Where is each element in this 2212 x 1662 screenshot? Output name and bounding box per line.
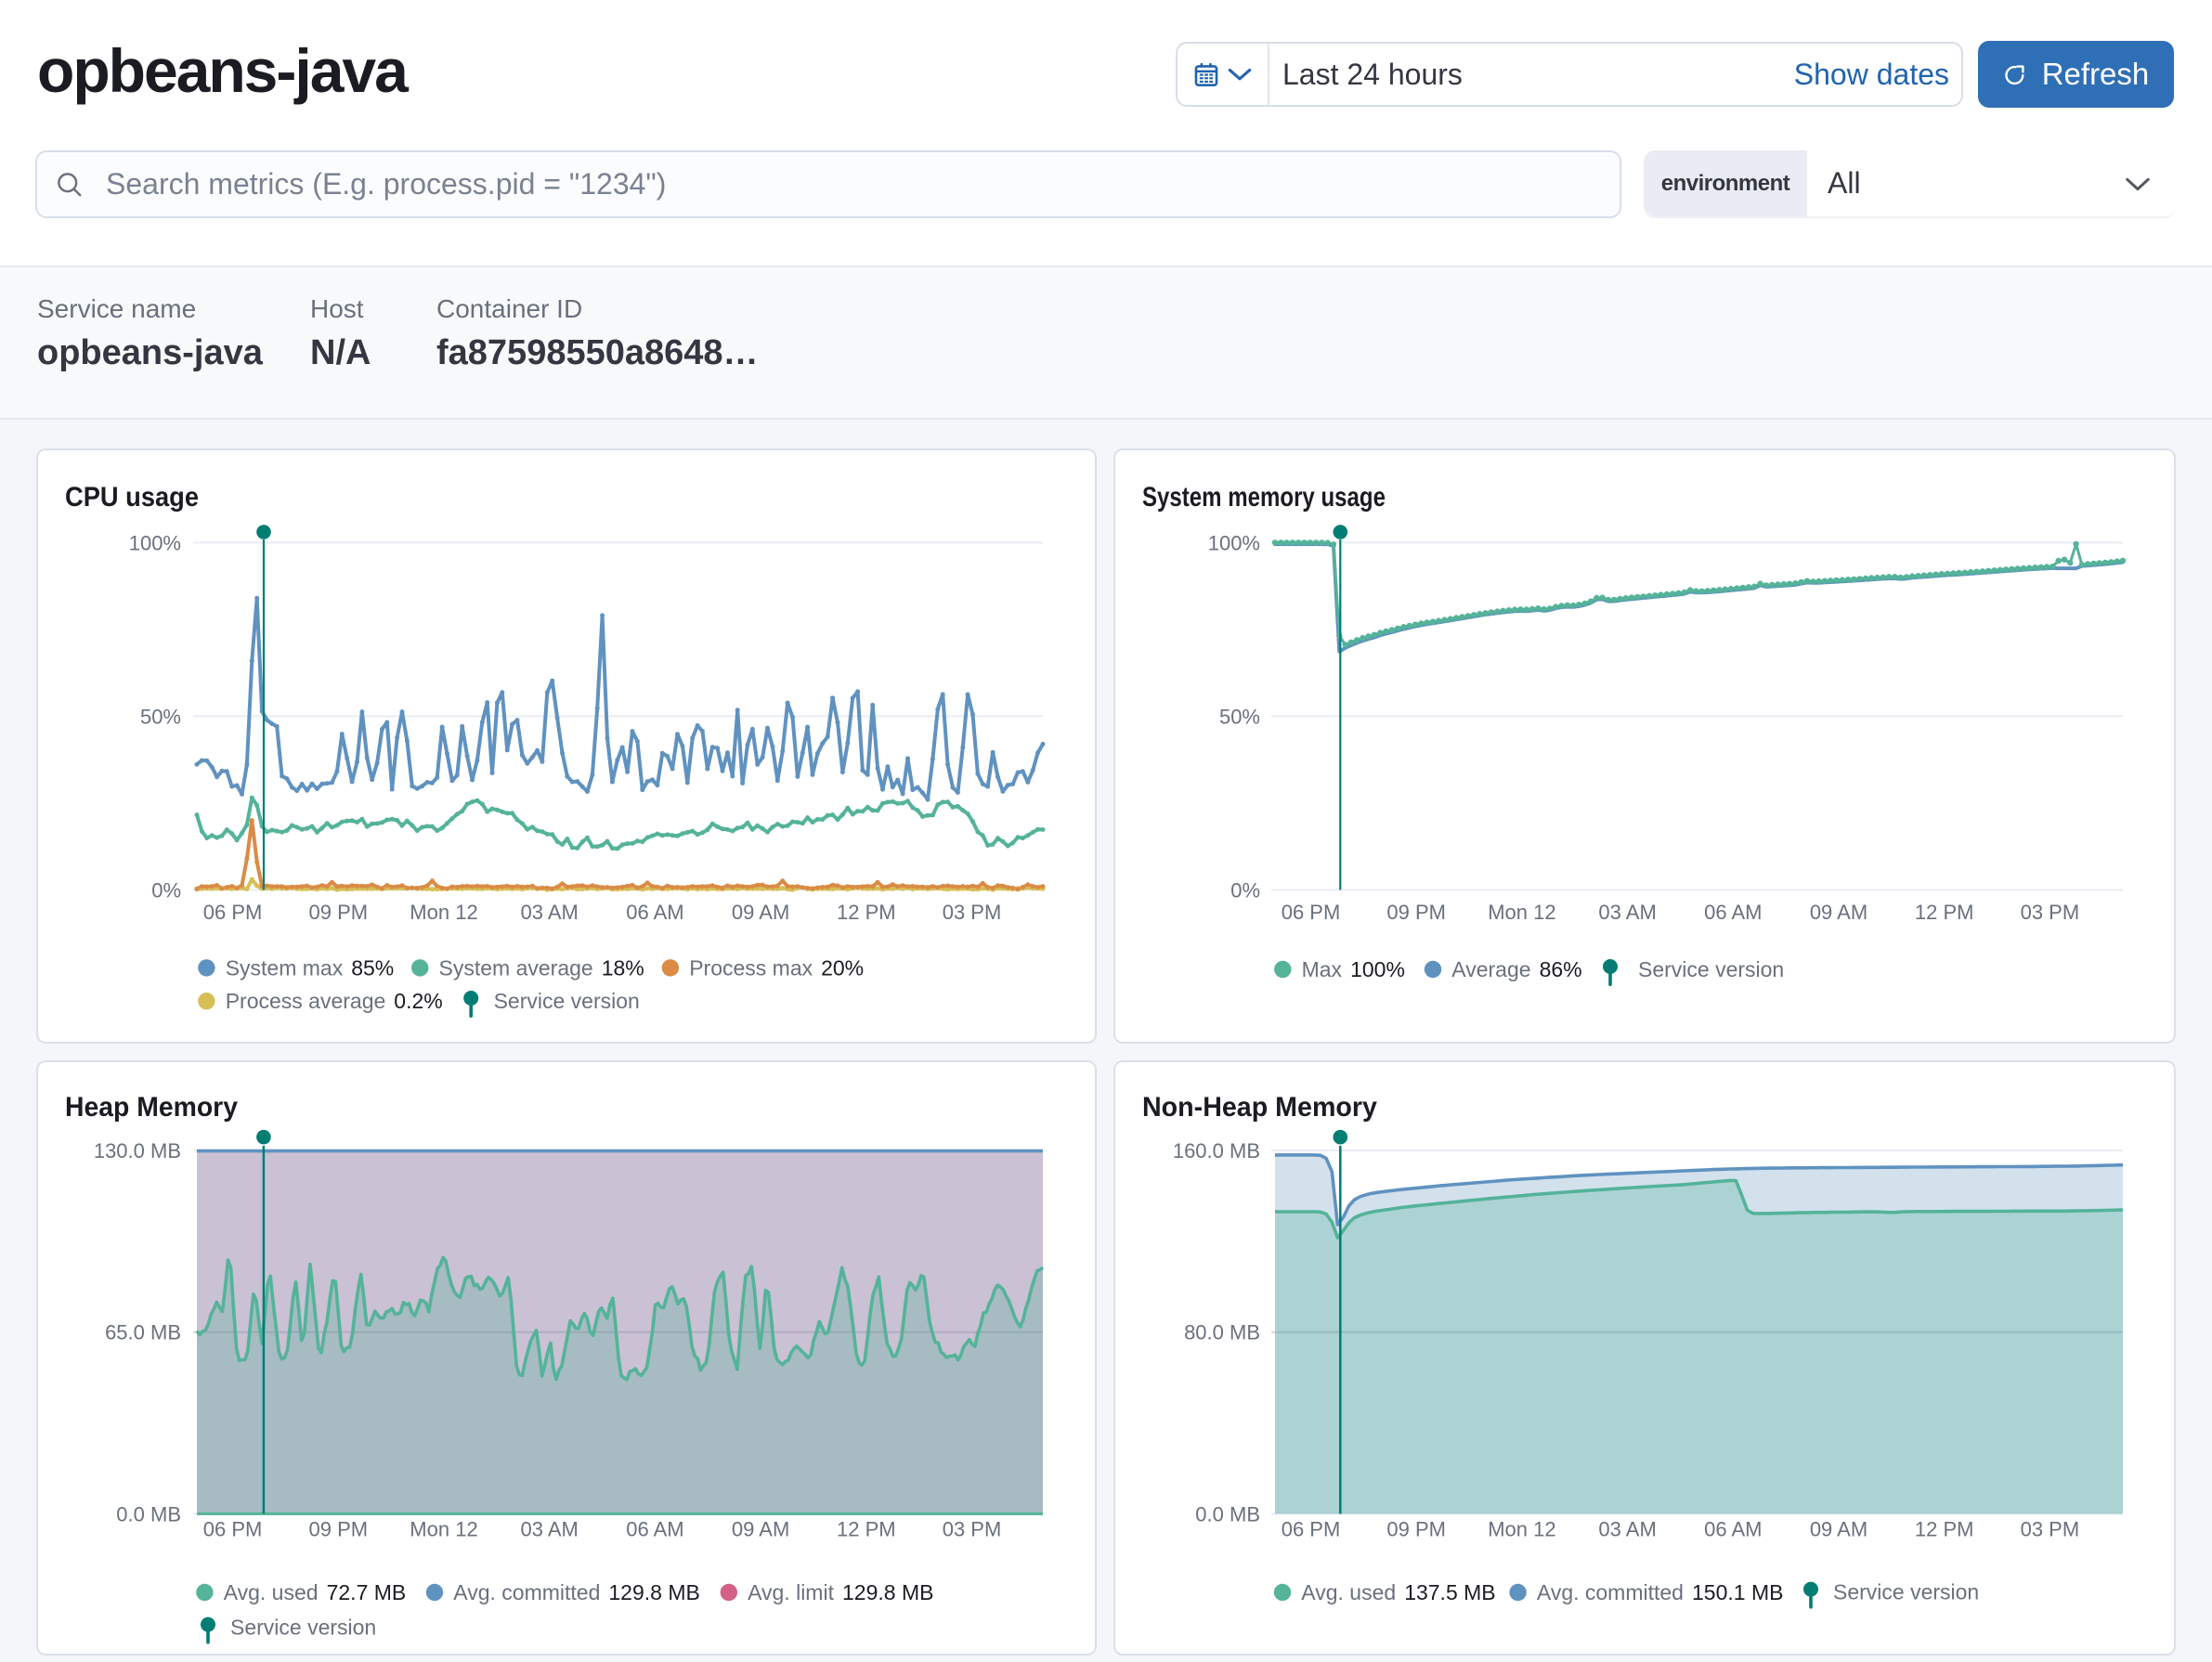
svg-text:12 PM: 12 PM [837, 901, 896, 924]
svg-text:18%: 18% [602, 955, 644, 980]
svg-text:65.0 MB: 65.0 MB [105, 1321, 181, 1344]
svg-text:50%: 50% [1219, 705, 1260, 728]
svg-text:09 PM: 09 PM [1386, 1518, 1446, 1541]
svg-text:03 AM: 03 AM [521, 901, 579, 924]
svg-text:130.0 MB: 130.0 MB [94, 1139, 181, 1162]
svg-text:06 PM: 06 PM [203, 1518, 263, 1541]
svg-text:80.0 MB: 80.0 MB [1184, 1321, 1260, 1344]
svg-text:System average: System average [439, 955, 593, 980]
svg-text:03 AM: 03 AM [1598, 1518, 1656, 1541]
svg-text:06 AM: 06 AM [626, 1518, 683, 1541]
svg-text:Non-Heap Memory: Non-Heap Memory [1142, 1092, 1377, 1123]
svg-text:137.5 MB: 137.5 MB [1404, 1580, 1495, 1604]
svg-text:Mon 12: Mon 12 [410, 901, 477, 924]
svg-text:0%: 0% [1230, 878, 1260, 902]
svg-text:Avg. used: Avg. used [224, 1580, 319, 1604]
svg-text:09 AM: 09 AM [732, 1518, 789, 1541]
svg-text:03 PM: 03 PM [2021, 1518, 2080, 1541]
svg-text:Process average: Process average [226, 989, 386, 1013]
svg-text:Mon 12: Mon 12 [410, 1518, 477, 1541]
svg-text:03 AM: 03 AM [521, 1518, 579, 1541]
svg-text:03 PM: 03 PM [2021, 901, 2080, 924]
svg-text:Avg. committed: Avg. committed [453, 1580, 600, 1604]
svg-text:System memory usage: System memory usage [1142, 482, 1386, 513]
svg-text:129.8 MB: 129.8 MB [842, 1580, 933, 1604]
svg-text:0%: 0% [151, 878, 181, 902]
svg-text:0.2%: 0.2% [394, 989, 442, 1013]
svg-text:12 PM: 12 PM [1915, 901, 1974, 924]
svg-text:Service version: Service version [1638, 957, 1784, 981]
svg-text:150.1 MB: 150.1 MB [1692, 1580, 1783, 1604]
svg-text:50%: 50% [140, 705, 181, 728]
svg-text:Avg. used: Avg. used [1301, 1580, 1396, 1604]
svg-text:09 PM: 09 PM [309, 1518, 369, 1541]
svg-text:06 AM: 06 AM [1704, 901, 1762, 924]
svg-text:Service version: Service version [494, 989, 640, 1013]
svg-text:Service version: Service version [230, 1616, 376, 1640]
svg-text:160.0 MB: 160.0 MB [1173, 1139, 1260, 1162]
svg-text:CPU usage: CPU usage [65, 482, 199, 513]
svg-text:06 PM: 06 PM [1282, 1518, 1341, 1541]
svg-text:20%: 20% [821, 955, 864, 980]
svg-text:72.7 MB: 72.7 MB [327, 1580, 407, 1604]
svg-text:0.0 MB: 0.0 MB [116, 1502, 181, 1526]
svg-text:Avg. committed: Avg. committed [1537, 1580, 1684, 1604]
svg-text:System max: System max [226, 955, 344, 980]
svg-text:09 PM: 09 PM [309, 901, 369, 924]
svg-text:Avg. limit: Avg. limit [748, 1580, 834, 1604]
svg-text:12 PM: 12 PM [1915, 1518, 1974, 1541]
svg-text:06 PM: 06 PM [203, 901, 263, 924]
svg-text:100%: 100% [1350, 957, 1405, 981]
svg-text:12 PM: 12 PM [837, 1518, 896, 1541]
svg-text:03 AM: 03 AM [1598, 901, 1656, 924]
svg-text:06 AM: 06 AM [1704, 1518, 1762, 1541]
svg-text:Process max: Process max [689, 955, 813, 980]
svg-text:Mon 12: Mon 12 [1488, 901, 1555, 924]
svg-text:Max: Max [1302, 957, 1343, 981]
svg-text:09 PM: 09 PM [1386, 901, 1446, 924]
svg-text:03 PM: 03 PM [943, 901, 1002, 924]
svg-text:Mon 12: Mon 12 [1488, 1518, 1555, 1541]
svg-text:129.8 MB: 129.8 MB [608, 1580, 699, 1604]
svg-text:85%: 85% [351, 955, 394, 980]
svg-text:Heap Memory: Heap Memory [65, 1092, 238, 1123]
svg-text:0.0 MB: 0.0 MB [1195, 1502, 1260, 1526]
svg-text:Average: Average [1451, 957, 1530, 981]
svg-text:86%: 86% [1540, 957, 1582, 981]
svg-text:09 AM: 09 AM [1810, 901, 1867, 924]
svg-text:06 PM: 06 PM [1282, 901, 1341, 924]
svg-text:100%: 100% [129, 531, 181, 554]
svg-text:100%: 100% [1208, 531, 1260, 554]
svg-text:Service version: Service version [1833, 1580, 1979, 1604]
svg-text:03 PM: 03 PM [943, 1518, 1002, 1541]
svg-text:09 AM: 09 AM [732, 901, 789, 924]
svg-text:09 AM: 09 AM [1810, 1518, 1867, 1541]
svg-text:06 AM: 06 AM [626, 901, 683, 924]
